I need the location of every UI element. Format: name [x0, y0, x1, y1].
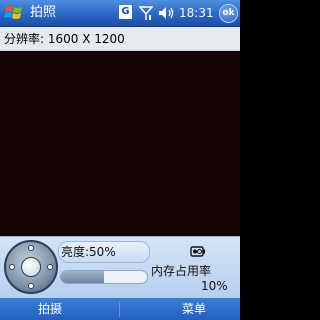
camera-viewfinder[interactable]: [0, 51, 240, 236]
nav-left[interactable]: [9, 264, 15, 270]
nav-center-button[interactable]: [21, 257, 41, 277]
network-type-badge[interactable]: G: [119, 5, 132, 19]
nav-right[interactable]: [47, 264, 53, 270]
clock[interactable]: 18:31: [179, 6, 214, 20]
nav-up[interactable]: [28, 245, 34, 251]
control-panel: 亮度:50% 内存占用率 10%: [0, 236, 240, 298]
signal-strength-icon[interactable]: [139, 5, 153, 21]
directional-pad-icon[interactable]: [4, 240, 58, 294]
resolution-label: 分辨率: 1600 X 1200: [0, 27, 240, 51]
brightness-slider-fill: [61, 271, 104, 283]
windows-start-icon[interactable]: [4, 4, 24, 22]
brightness-label: 亮度:50%: [61, 245, 116, 259]
memory-usage-label: 内存占用率: [151, 264, 212, 278]
ok-button[interactable]: ok: [219, 4, 238, 23]
menu-softkey[interactable]: 菜单: [182, 301, 206, 317]
memory-usage-value: 10%: [201, 279, 228, 293]
brightness-display: 亮度:50%: [58, 241, 150, 263]
volume-icon[interactable]: [158, 6, 176, 20]
softkey-divider: [119, 301, 120, 317]
capture-softkey[interactable]: 拍摄: [38, 301, 62, 317]
softkey-bar: 拍摄 菜单: [0, 298, 240, 320]
title-bar: 拍照 G 18:31 ok: [0, 0, 240, 27]
app-title: 拍照: [30, 5, 57, 20]
brightness-slider[interactable]: [60, 270, 148, 284]
battery-icon: [190, 246, 205, 257]
nav-down[interactable]: [28, 283, 34, 289]
